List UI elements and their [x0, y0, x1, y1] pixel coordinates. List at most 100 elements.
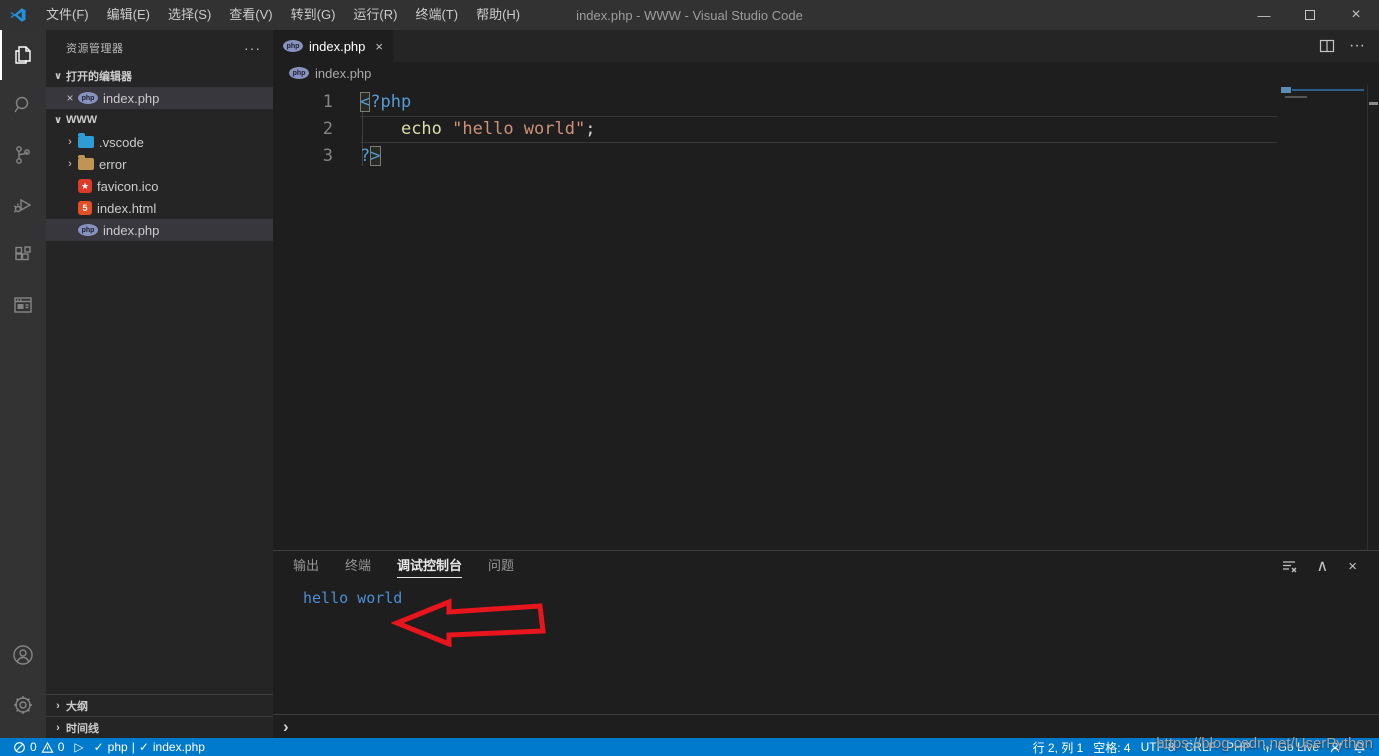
browser-preview-icon[interactable]: [0, 280, 46, 330]
source-control-icon[interactable]: [0, 130, 46, 180]
tab-close-icon[interactable]: ×: [375, 39, 383, 54]
person-icon: [1329, 741, 1343, 754]
code-token: ?php: [370, 92, 411, 112]
code-line-3: 3 ?>: [273, 143, 1277, 170]
open-editors-section[interactable]: ∨ 打开的编辑器: [46, 65, 273, 87]
prompt-chevron-icon: ›: [283, 717, 289, 737]
overview-ruler-marker: [1369, 102, 1378, 105]
close-window-button[interactable]: ×: [1333, 0, 1379, 30]
outline-pane-header[interactable]: › 大纲: [46, 694, 273, 716]
panel-tab-terminal[interactable]: 终端: [345, 551, 371, 581]
php-badge-text: php: [82, 95, 95, 102]
title-bar: 文件(F) 编辑(E) 选择(S) 查看(V) 转到(G) 运行(R) 终端(T…: [0, 0, 1379, 30]
maximize-button[interactable]: [1287, 0, 1333, 30]
tree-item-indexphp[interactable]: › php index.php: [46, 219, 273, 241]
minimap[interactable]: [1277, 84, 1367, 550]
cursor-position-status[interactable]: 行 2, 列 1: [1028, 738, 1089, 756]
encoding-status[interactable]: UTF-8: [1136, 738, 1180, 756]
check-icon: ✓: [139, 740, 149, 754]
tab-indexphp[interactable]: php index.php ×: [273, 30, 393, 62]
chevron-down-icon: ∨: [50, 71, 66, 82]
tree-item-favicon[interactable]: › ★ favicon.ico: [46, 175, 273, 197]
menu-terminal[interactable]: 终端(T): [406, 0, 467, 30]
editor-group: php index.php × ··· php index.php 1: [273, 30, 1379, 738]
code-token: >: [370, 146, 380, 166]
maximize-panel-icon[interactable]: ∧: [1317, 556, 1329, 576]
error-icon: [13, 741, 26, 754]
tree-item-indexhtml[interactable]: › 5 index.html: [46, 197, 273, 219]
run-status-button[interactable]: ▷: [69, 738, 88, 756]
folder-icon: [78, 158, 94, 170]
minimap-code-mark: [1292, 89, 1364, 91]
tree-item-label: index.php: [103, 223, 159, 238]
run-debug-icon[interactable]: [0, 180, 46, 230]
code-line-1: 1 <?php: [273, 89, 1277, 116]
favicon-file-icon: ★: [78, 179, 92, 193]
panel-tab-problems[interactable]: 问题: [488, 551, 514, 581]
warning-icon: [41, 741, 54, 754]
panel-tab-debug-console[interactable]: 调试控制台: [397, 551, 462, 581]
php-badge-text: php: [293, 70, 306, 77]
menu-run[interactable]: 运行(R): [344, 0, 406, 30]
close-editor-icon[interactable]: ×: [62, 91, 78, 105]
language-mode-status[interactable]: PHP: [1221, 738, 1256, 756]
timeline-pane-header[interactable]: › 时间线: [46, 716, 273, 738]
menu-file[interactable]: 文件(F): [37, 0, 98, 30]
code-token: echo: [401, 119, 442, 139]
tree-item-vscode[interactable]: › .vscode: [46, 131, 273, 153]
vscode-window: 文件(F) 编辑(E) 选择(S) 查看(V) 转到(G) 运行(R) 终端(T…: [0, 0, 1379, 756]
open-editor-item-indexphp[interactable]: × php index.php: [46, 87, 273, 109]
code-token: ;: [585, 119, 595, 139]
notifications-button[interactable]: [1348, 738, 1371, 756]
account-icon[interactable]: [0, 630, 46, 680]
php-status[interactable]: ✓ php | ✓ index.php: [89, 738, 210, 756]
menu-selection[interactable]: 选择(S): [159, 0, 220, 30]
clear-console-icon[interactable]: [1281, 558, 1297, 574]
folder-root-www[interactable]: ∨ WWW: [46, 109, 273, 131]
outline-label: 大纲: [66, 698, 88, 714]
tree-item-label: .vscode: [99, 135, 144, 150]
menu-help[interactable]: 帮助(H): [467, 0, 529, 30]
problems-status[interactable]: 0 0: [8, 738, 69, 756]
warning-count: 0: [58, 740, 65, 754]
root-folder-label: WWW: [66, 114, 97, 126]
menu-go[interactable]: 转到(G): [282, 0, 345, 30]
chevron-right-icon: ›: [50, 722, 66, 734]
console-output-text: hello world: [303, 589, 402, 607]
php-file-icon: php: [289, 67, 309, 79]
code-token: <: [360, 92, 370, 112]
editor-scrollbar[interactable]: [1367, 84, 1379, 550]
menu-edit[interactable]: 编辑(E): [98, 0, 159, 30]
indentation-status[interactable]: 空格: 4: [1088, 738, 1135, 756]
panel-tab-output[interactable]: 输出: [293, 551, 319, 581]
debug-console-input[interactable]: ›: [273, 714, 1379, 738]
php-file-icon: php: [78, 224, 98, 236]
tree-item-error[interactable]: › error: [46, 153, 273, 175]
maximize-icon: [1305, 10, 1315, 20]
close-panel-icon[interactable]: ×: [1348, 558, 1357, 575]
open-editors-label: 打开的编辑器: [66, 68, 132, 84]
extensions-icon[interactable]: [0, 230, 46, 280]
bottom-panel: 输出 终端 调试控制台 问题 ∧ × hello world: [273, 550, 1379, 738]
chevron-down-icon: ∨: [50, 115, 66, 126]
html-file-icon: 5: [78, 201, 92, 215]
status-bar: 0 0 ▷ ✓ php | ✓ index.php 行 2, 列 1 空格: 4…: [0, 738, 1379, 756]
php-badge-text: php: [287, 43, 300, 50]
search-icon[interactable]: [0, 80, 46, 130]
feedback-button[interactable]: [1324, 738, 1348, 756]
settings-gear-icon[interactable]: [0, 680, 46, 730]
debug-console-output[interactable]: hello world: [273, 581, 1379, 714]
eol-status[interactable]: CRLF: [1180, 738, 1221, 756]
code-editor[interactable]: 1 <?php 2 echo "hello world"; 3 ?>: [273, 84, 1379, 550]
go-live-button[interactable]: Go Live: [1256, 738, 1324, 756]
menu-view[interactable]: 查看(V): [220, 0, 281, 30]
breadcrumb[interactable]: php index.php: [273, 62, 1379, 84]
editor-more-actions-icon[interactable]: ···: [1349, 37, 1365, 55]
indentation-text: 空格: 4: [1093, 739, 1130, 756]
line-number: 3: [273, 143, 360, 170]
explorer-more-actions-icon[interactable]: ···: [244, 40, 261, 56]
window-title: index.php - WWW - Visual Studio Code: [576, 8, 803, 23]
split-editor-icon[interactable]: [1319, 38, 1335, 54]
explorer-icon[interactable]: [0, 30, 46, 80]
minimize-button[interactable]: —: [1241, 0, 1287, 30]
